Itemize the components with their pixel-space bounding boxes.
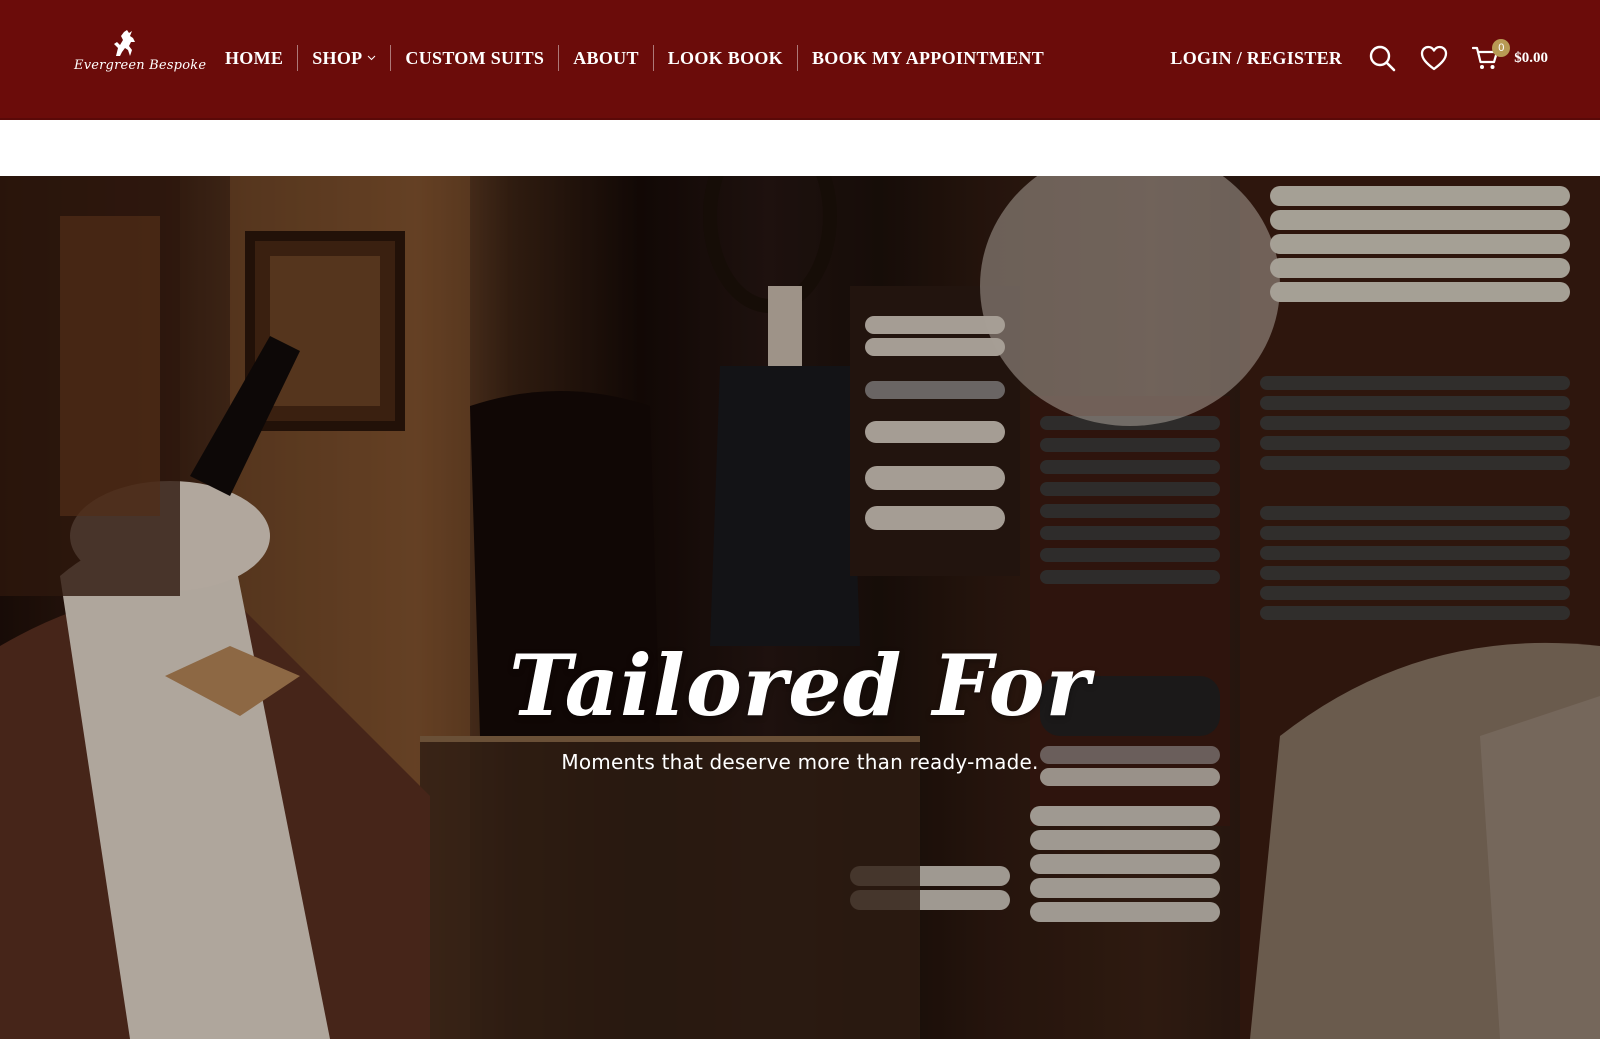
- nav-look-book-label: LOOK BOOK: [667, 47, 783, 68]
- cart-count-badge: 0: [1492, 39, 1511, 57]
- nav-shop-label: SHOP: [312, 47, 363, 68]
- nav-home[interactable]: HOME: [212, 44, 297, 72]
- nav-shop[interactable]: SHOP: [298, 44, 390, 72]
- cart-button[interactable]: 0 $0.00: [1472, 39, 1548, 71]
- nav-book-appointment-label: BOOK MY APPOINTMENT: [811, 47, 1045, 68]
- hero-title: Tailored For: [509, 636, 1091, 735]
- heart-icon[interactable]: [1420, 45, 1448, 71]
- chevron-down-icon: [367, 55, 376, 61]
- header-spacer: [0, 120, 1600, 176]
- nav-look-book[interactable]: LOOK BOOK: [654, 44, 797, 72]
- nav-book-appointment[interactable]: BOOK MY APPOINTMENT: [798, 44, 1058, 72]
- nav-about-label: ABOUT: [573, 47, 639, 68]
- hero-section: Tailored For Moments that deserve more t…: [0, 176, 1600, 1039]
- hero-subtitle: Moments that deserve more than ready-mad…: [561, 750, 1039, 774]
- nav-about[interactable]: ABOUT: [559, 44, 653, 72]
- nav-home-label: HOME: [225, 47, 284, 68]
- horse-logo-icon: [114, 30, 135, 56]
- hero-dark-overlay: [0, 176, 1600, 1039]
- login-register-link[interactable]: LOGIN / REGISTER: [1170, 48, 1342, 69]
- brand-name: Evergreen Bespoke: [74, 58, 207, 73]
- cart-total: $0.00: [1514, 49, 1548, 66]
- main-nav: HOME SHOP CUSTOM SUITS ABOUT LOOK BOOK B…: [212, 44, 1058, 72]
- search-icon[interactable]: [1368, 44, 1396, 72]
- nav-custom-suits[interactable]: CUSTOM SUITS: [391, 44, 558, 72]
- header-actions: LOGIN / REGISTER 0 $0.00: [1170, 36, 1548, 80]
- brand-logo[interactable]: Evergreen Bespoke: [74, 28, 207, 84]
- nav-custom-suits-label: CUSTOM SUITS: [405, 47, 545, 68]
- site-header: Evergreen Bespoke HOME SHOP CUSTOM SUITS…: [0, 0, 1600, 120]
